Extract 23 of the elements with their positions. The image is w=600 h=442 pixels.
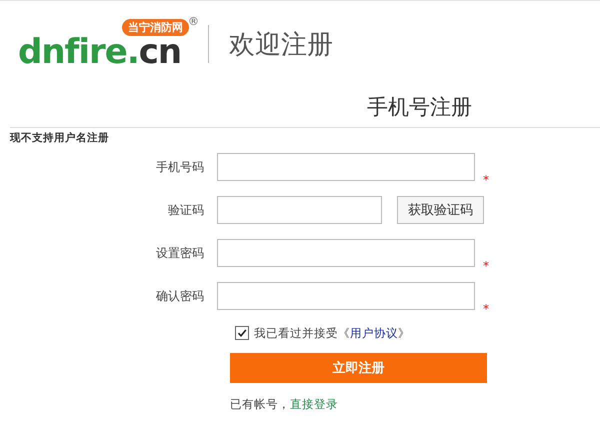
logo-text: dnfire.cn bbox=[18, 35, 182, 69]
field-label: 确认密码 bbox=[155, 288, 205, 304]
login-link[interactable]: 直接登录 bbox=[290, 397, 338, 411]
agreement-link[interactable]: 用户协议 bbox=[350, 326, 398, 340]
agreement-text: 我已看过并接受《用户协议》 bbox=[254, 326, 410, 340]
code-field[interactable] bbox=[217, 196, 382, 224]
required-mark: * bbox=[483, 302, 489, 316]
get-code-button[interactable]: 获取验证码 bbox=[397, 196, 484, 224]
registered-mark: ® bbox=[188, 15, 199, 28]
field-label: 设置密码 bbox=[155, 244, 205, 262]
required-mark: * bbox=[483, 259, 489, 273]
input-field[interactable] bbox=[217, 239, 475, 267]
field-label: 手机号码 bbox=[155, 158, 205, 176]
field-label: 验证码 bbox=[167, 202, 205, 218]
agreement-checkbox[interactable] bbox=[235, 326, 249, 340]
login-prompt: 已有帐号，直接登录 bbox=[230, 397, 338, 412]
input-field[interactable] bbox=[217, 153, 475, 181]
page-title: 欢迎注册 bbox=[229, 28, 333, 62]
section-title: 手机号注册 bbox=[367, 94, 472, 121]
notice-text: 现不支持用户名注册 bbox=[10, 131, 109, 145]
input-field[interactable] bbox=[217, 282, 475, 310]
logo-badge: 当宁消防网 bbox=[122, 19, 189, 36]
required-mark: * bbox=[483, 173, 489, 187]
